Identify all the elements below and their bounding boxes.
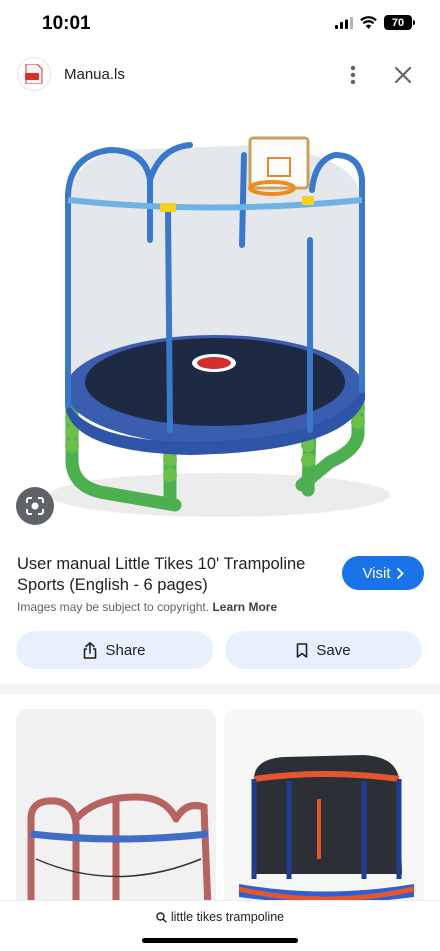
source-header: Manua.ls bbox=[0, 54, 440, 96]
main-result-image[interactable] bbox=[10, 100, 430, 540]
status-icons: 70 bbox=[335, 15, 415, 30]
battery-level: 70 bbox=[391, 16, 405, 29]
trampoline-thumbnail bbox=[27, 793, 212, 909]
search-icon bbox=[156, 911, 167, 923]
wifi-icon bbox=[360, 16, 377, 29]
related-image[interactable] bbox=[16, 709, 216, 909]
search-query-pill[interactable]: little tikes trampoline bbox=[0, 910, 440, 924]
chevron-right-icon bbox=[396, 567, 404, 579]
bottom-search-bar bbox=[0, 900, 440, 951]
learn-more-link[interactable]: Learn More bbox=[212, 600, 277, 614]
trampoline-image bbox=[50, 136, 390, 517]
status-bar: 10:01 70 bbox=[0, 0, 440, 50]
visit-label: Visit bbox=[362, 564, 391, 582]
search-query-text: little tikes trampoline bbox=[170, 910, 285, 924]
site-name[interactable]: Manua.ls bbox=[64, 66, 125, 83]
save-label: Save bbox=[316, 641, 351, 659]
battery-icon: 70 bbox=[384, 15, 415, 30]
share-button[interactable]: Share bbox=[16, 631, 213, 669]
copyright-notice: Images may be subject to copyright. Lear… bbox=[17, 600, 277, 614]
status-time: 10:01 bbox=[42, 13, 91, 34]
pdf-icon bbox=[25, 64, 43, 84]
copyright-text: Images may be subject to copyright. bbox=[17, 600, 210, 614]
close-button[interactable] bbox=[390, 62, 416, 88]
share-icon bbox=[84, 641, 97, 659]
result-title[interactable]: User manual Little Tikes 10' Trampoline … bbox=[17, 554, 332, 596]
google-lens-button[interactable] bbox=[16, 487, 54, 525]
save-button[interactable]: Save bbox=[225, 631, 422, 669]
signal-icon bbox=[335, 16, 353, 29]
visit-button[interactable]: Visit bbox=[342, 556, 424, 590]
trampoline-thumbnail bbox=[238, 755, 415, 903]
lens-icon bbox=[26, 497, 44, 515]
bookmark-icon bbox=[297, 642, 308, 658]
close-icon bbox=[395, 67, 411, 83]
home-indicator[interactable] bbox=[142, 938, 298, 943]
related-image[interactable] bbox=[224, 709, 424, 909]
more-options-button[interactable] bbox=[340, 62, 366, 88]
share-label: Share bbox=[105, 641, 146, 659]
more-vert-icon bbox=[350, 65, 356, 85]
site-favicon[interactable] bbox=[17, 57, 51, 91]
section-divider bbox=[0, 684, 440, 694]
